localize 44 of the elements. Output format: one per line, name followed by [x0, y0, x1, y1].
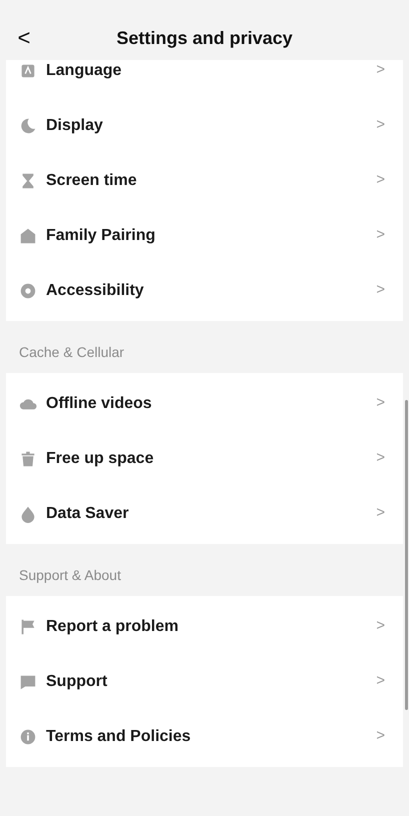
- drop-icon: [19, 504, 37, 522]
- settings-row[interactable]: Offline videos >: [6, 376, 403, 431]
- chevron-icon: >: [376, 615, 385, 638]
- settings-row[interactable]: Family Pairing >: [6, 208, 403, 263]
- settings-row[interactable]: Data Saver >: [6, 486, 403, 541]
- chevron-icon: >: [376, 169, 385, 192]
- chevron-icon: >: [376, 725, 385, 748]
- chevron-icon: >: [376, 670, 385, 693]
- row-label: Accessibility: [46, 280, 145, 300]
- settings-row[interactable]: Language >: [6, 60, 403, 98]
- info-icon: [19, 728, 37, 746]
- chevron-icon: >: [376, 447, 385, 470]
- chevron-icon: >: [376, 224, 385, 247]
- settings-row[interactable]: Support >: [6, 654, 403, 709]
- row-label: Screen time: [46, 170, 138, 190]
- settings-row[interactable]: Report a problem >: [6, 599, 403, 654]
- section-heading: Support & About: [19, 566, 121, 585]
- settings-row[interactable]: Free up space >: [6, 431, 403, 486]
- chevron-icon: >: [376, 279, 385, 302]
- row-label: Terms and Policies: [46, 726, 192, 746]
- trash-icon: [19, 450, 37, 468]
- chevron-icon: >: [376, 60, 385, 82]
- chevron-icon: >: [376, 502, 385, 525]
- page-title: Settings and privacy: [116, 26, 293, 50]
- chevron-icon: >: [376, 114, 385, 137]
- row-label: Support: [46, 672, 108, 692]
- settings-row[interactable]: Terms and Policies >: [6, 709, 403, 764]
- row-label: Offline videos: [46, 394, 153, 414]
- message-icon: [19, 672, 37, 690]
- moon-icon: [19, 116, 37, 134]
- house-icon: [19, 226, 37, 244]
- row-label: Data Saver: [46, 504, 130, 524]
- row-label: Report a problem: [46, 616, 180, 636]
- settings-row[interactable]: Accessibility >: [6, 263, 403, 318]
- row-label: Language: [46, 60, 123, 80]
- flag-icon: [19, 618, 37, 636]
- row-label: Family Pairing: [46, 226, 156, 246]
- row-label: Free up space: [46, 448, 155, 468]
- settings-row[interactable]: Screen time >: [6, 153, 403, 208]
- back-button[interactable]: <: [12, 27, 36, 49]
- section-heading: Cache & Cellular: [19, 343, 124, 362]
- chevron-icon: >: [376, 392, 385, 415]
- settings-row[interactable]: Display >: [6, 98, 403, 153]
- row-label: Display: [46, 116, 104, 136]
